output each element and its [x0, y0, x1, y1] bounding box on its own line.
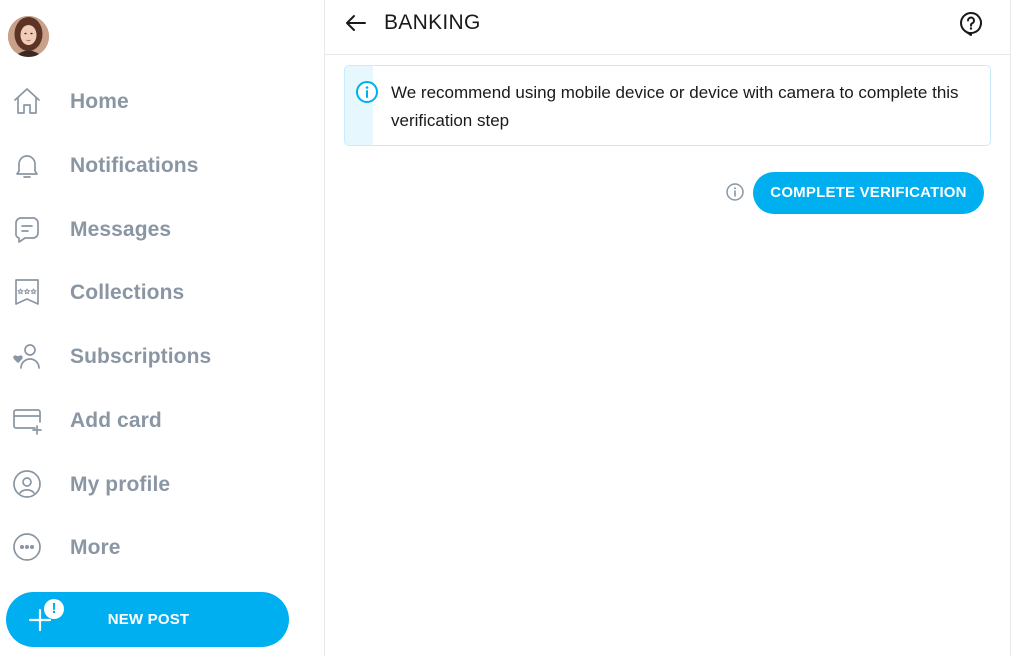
verification-notice: We recommend using mobile device or devi…: [344, 65, 991, 146]
sidebar-item-label: Subscriptions: [70, 345, 212, 368]
sidebar-item-label: My profile: [70, 473, 171, 496]
notice-stripe: [345, 66, 373, 145]
sidebar-item-collections[interactable]: Collections: [0, 268, 320, 316]
sidebar-item-subscriptions[interactable]: Subscriptions: [0, 332, 320, 380]
verification-actions: COMPLETE VERIFICATION: [325, 172, 1011, 214]
question-icon: [960, 12, 982, 36]
page-header: BANKING: [325, 0, 1011, 55]
help-button[interactable]: [957, 10, 985, 38]
sidebar-item-messages[interactable]: Messages: [0, 205, 320, 253]
sidebar: Home Notifications Messages Collections …: [0, 0, 325, 656]
notice-text: We recommend using mobile device or devi…: [391, 83, 959, 130]
sidebar-item-label: More: [70, 536, 121, 559]
info-icon[interactable]: [725, 182, 745, 202]
message-icon: [11, 213, 43, 245]
home-icon: [11, 85, 43, 117]
card-plus-icon: [11, 404, 43, 436]
bell-icon: [11, 149, 43, 181]
complete-verification-button[interactable]: COMPLETE VERIFICATION: [753, 172, 984, 214]
sidebar-item-label: Messages: [70, 218, 172, 241]
main-content: BANKING We recommend using mobile device…: [325, 0, 1011, 656]
avatar[interactable]: [8, 16, 49, 57]
info-icon: [356, 81, 378, 103]
user-avatar-icon: [8, 16, 49, 57]
sidebar-item-more[interactable]: More: [0, 523, 320, 571]
sidebar-item-home[interactable]: Home: [0, 77, 320, 125]
sidebar-item-label: Collections: [70, 281, 185, 304]
sidebar-item-label: Home: [70, 90, 129, 113]
sidebar-item-notifications[interactable]: Notifications: [0, 141, 320, 189]
page-title: BANKING: [384, 11, 481, 34]
new-post-button[interactable]: ! NEW POST: [6, 592, 289, 647]
sidebar-item-label: Add card: [70, 409, 162, 432]
more-dots-icon: [11, 531, 43, 563]
new-post-label: NEW POST: [107, 611, 190, 628]
arrow-left-icon: [346, 15, 366, 31]
profile-circle-icon: [11, 468, 43, 500]
user-heart-icon: [11, 340, 43, 372]
bookmark-stars-icon: [11, 276, 43, 308]
sidebar-item-add-card[interactable]: Add card: [0, 396, 320, 444]
sidebar-item-my-profile[interactable]: My profile: [0, 460, 320, 508]
back-button[interactable]: [341, 10, 373, 42]
sidebar-item-label: Notifications: [70, 154, 199, 177]
